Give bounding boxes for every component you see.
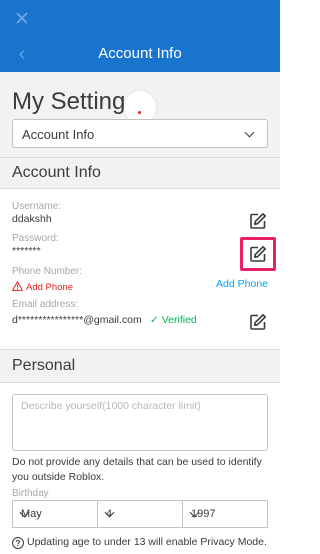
section-title: Account Info (12, 164, 101, 181)
username-value: ddakshh (12, 213, 52, 225)
edit-email-icon[interactable] (249, 313, 267, 331)
section-header-personal: Personal (0, 350, 280, 382)
phone-warning-text: Add Phone (26, 282, 74, 293)
birthday-label: Birthday (12, 488, 49, 499)
divider (0, 188, 280, 189)
settings-category-dropdown[interactable]: Account Info (12, 119, 268, 148)
email-verified-status: ✓ Verified (150, 314, 197, 326)
edit-username-icon[interactable] (249, 212, 267, 230)
phone-warning: Add Phone (12, 280, 73, 293)
phone-label: Phone Number: (12, 266, 83, 277)
birthday-year-select[interactable]: 1997 (182, 500, 268, 528)
birthday-day-select[interactable]: 4 (97, 500, 183, 528)
username-label: Username: (12, 201, 61, 212)
email-value: d****************@gmail.com (12, 314, 142, 326)
app-header: ✕ ‹ Account Info (0, 0, 280, 72)
chevron-down-icon (244, 127, 255, 138)
privacy-notice: Do not provide any details that can be u… (12, 456, 262, 483)
question-icon[interactable]: ? (12, 537, 24, 549)
password-value: ******* (12, 245, 41, 257)
description-input[interactable] (12, 394, 268, 451)
age-note: ? Updating age to under 13 will enable Pr… (12, 536, 267, 549)
edit-password-icon[interactable] (249, 245, 267, 263)
birthday-month-select[interactable]: May (12, 500, 98, 528)
email-label: Email address: (12, 299, 79, 310)
add-phone-link[interactable]: Add Phone (216, 278, 268, 290)
close-icon[interactable]: ✕ (12, 10, 32, 30)
warning-icon (12, 281, 23, 291)
age-note-text: Updating age to under 13 will enable Pri… (27, 536, 267, 548)
divider (0, 382, 280, 383)
password-label: Password: (12, 233, 59, 244)
section-header-account-info: Account Info (0, 158, 280, 188)
verified-text: Verified (161, 314, 197, 326)
dropdown-selected-value: Account Info (22, 127, 95, 142)
check-icon: ✓ (150, 314, 159, 326)
section-title: Personal (12, 357, 76, 374)
page-title: My Settings (12, 88, 138, 115)
header-title: Account Info (98, 45, 182, 62)
